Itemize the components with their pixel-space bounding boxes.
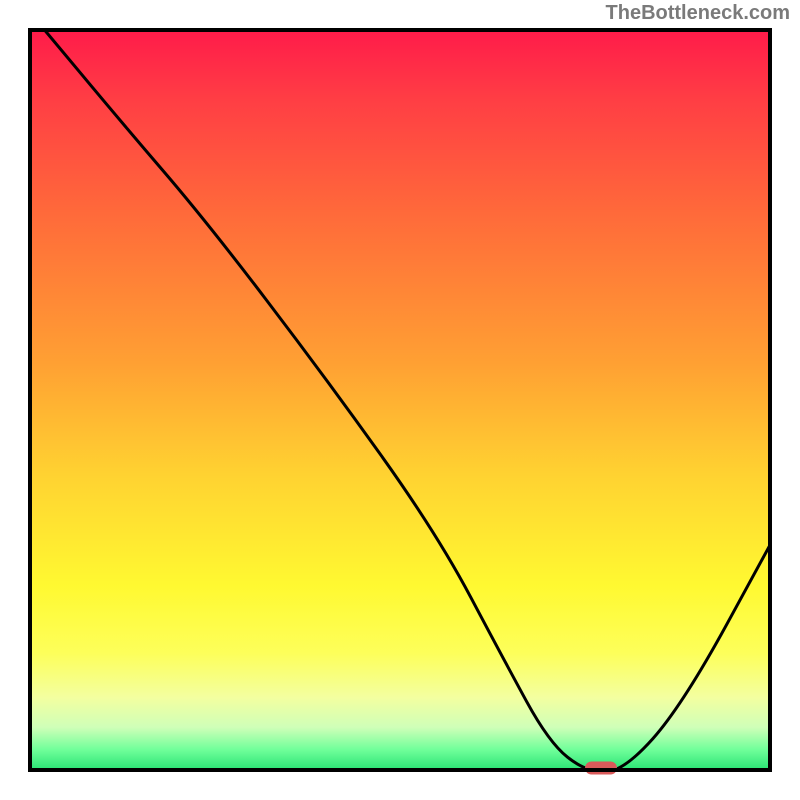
watermark-text: TheBottleneck.com	[606, 2, 790, 25]
chart-container: TheBottleneck.com	[0, 0, 800, 800]
optimal-point-marker	[585, 762, 617, 775]
bottleneck-curve	[43, 28, 772, 772]
curve-svg	[28, 28, 772, 772]
plot-area	[28, 28, 772, 772]
